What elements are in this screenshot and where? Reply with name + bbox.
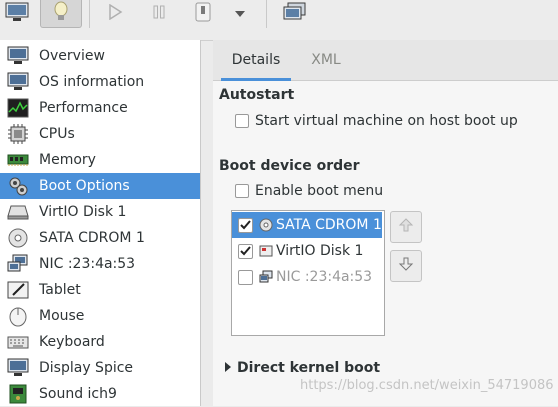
details-view-button[interactable] [40,0,82,28]
autostart-heading: Autostart [219,87,295,103]
direct-kernel-boot-label: Direct kernel boot [237,360,381,376]
console-button[interactable] [278,0,312,28]
performance-graph-icon [7,97,29,119]
sidebar-item-label: OS information [39,74,145,90]
shutdown-button[interactable] [188,0,218,28]
play-icon [107,3,123,24]
power-icon [194,2,212,26]
tab-bar: Details XML [213,40,558,81]
boot-device-checkbox[interactable] [238,243,253,259]
hardware-list: Overview OS information Performance CPUs… [0,40,201,406]
enable-boot-menu-label: Enable boot menu [255,183,384,199]
disk-icon [259,244,273,258]
pause-button[interactable] [144,0,174,28]
sidebar-item-keyboard[interactable]: Keyboard [0,329,200,355]
boot-options-panel: Details XML Autostart Start virtual mach… [213,40,558,406]
arrow-down-icon [398,256,414,276]
tablet-icon [7,279,29,301]
sidebar-item-label: Mouse [39,308,85,324]
sidebar-item-label: Keyboard [39,334,105,350]
boot-device-label: SATA CDROM 1 [276,217,382,233]
run-button[interactable] [100,0,130,28]
lightbulb-icon [52,1,70,27]
mouse-icon [7,305,29,327]
sidebar-item-boot-options[interactable]: Boot Options [0,173,200,199]
sidebar-item-label: Boot Options [39,178,130,194]
sidebar-item-label: Display Spice [39,360,134,376]
monitor-icon [7,45,29,67]
gear-icon [7,175,29,197]
memory-icon [7,149,29,171]
sidebar-item-label: SATA CDROM 1 [39,230,145,246]
sidebar-item-display-spice[interactable]: Display Spice [0,355,200,381]
enable-boot-menu-checkbox[interactable] [235,184,249,198]
sound-icon [7,383,29,405]
sidebar-item-overview[interactable]: Overview [0,43,200,69]
autostart-checkbox[interactable] [235,114,249,128]
sidebar-item-mouse[interactable]: Mouse [0,303,200,329]
sidebar-item-label: Performance [39,100,128,116]
autostart-checkbox-label: Start virtual machine on host boot up [255,113,518,129]
tab-details[interactable]: Details [221,40,291,81]
enable-boot-menu-row[interactable]: Enable boot menu [235,183,383,199]
monitor-icon [7,71,29,93]
autostart-checkbox-row[interactable]: Start virtual machine on host boot up [235,113,518,129]
sidebar-item-label: Tablet [39,282,81,298]
boot-device-nic[interactable]: NIC :23:4a:53 [232,264,382,290]
boot-device-sata-cdrom[interactable]: SATA CDROM 1 [232,212,382,238]
sidebar-item-cpus[interactable]: CPUs [0,121,200,147]
monitor-button[interactable] [0,0,34,28]
boot-device-checkbox[interactable] [238,269,253,285]
boot-device-label: NIC :23:4a:53 [276,269,373,285]
boot-device-checkbox[interactable] [238,217,253,233]
dropdown-arrow-icon [234,6,246,22]
sidebar-item-tablet[interactable]: Tablet [0,277,200,303]
disk-icon [7,201,29,223]
cpu-icon [7,123,29,145]
sidebar-item-label: VirtIO Disk 1 [39,204,127,220]
display-icon [7,357,29,379]
sidebar-item-sata-cdrom[interactable]: SATA CDROM 1 [0,225,200,251]
sidebar-item-memory[interactable]: Memory [0,147,200,173]
sidebar-item-label: CPUs [39,126,75,142]
sidebar-item-label: NIC :23:4a:53 [39,256,136,272]
sidebar-item-virtio-disk[interactable]: VirtIO Disk 1 [0,199,200,225]
sidebar-item-sound[interactable]: Sound ich9 [0,381,200,407]
move-down-button[interactable] [390,250,422,282]
sidebar-item-label: Memory [39,152,96,168]
cdrom-icon [259,218,273,232]
toolbar [0,0,558,41]
sidebar-item-os-information[interactable]: OS information [0,69,200,95]
keyboard-icon [7,331,29,353]
network-icon [7,253,29,275]
direct-kernel-boot-expander[interactable]: Direct kernel boot [225,360,380,376]
cdrom-icon [7,227,29,249]
pause-icon [151,4,167,24]
boot-order-heading: Boot device order [219,158,360,174]
console-icon [283,2,307,26]
arrow-up-icon [398,217,414,237]
boot-device-virtio-disk[interactable]: VirtIO Disk 1 [232,238,382,264]
boot-device-list[interactable]: SATA CDROM 1 VirtIO Disk 1 NIC :23:4a:53 [231,210,385,336]
move-up-button[interactable] [390,211,422,243]
network-icon [259,270,273,284]
boot-device-label: VirtIO Disk 1 [276,243,364,259]
sidebar-item-nic[interactable]: NIC :23:4a:53 [0,251,200,277]
shutdown-menu-button[interactable] [228,0,252,28]
tab-xml[interactable]: XML [303,40,349,78]
sidebar-item-label: Sound ich9 [39,386,117,402]
expander-arrow-icon [225,360,231,376]
sidebar-item-performance[interactable]: Performance [0,95,200,121]
watermark: https://blog.csdn.net/weixin_54719086 [300,378,554,393]
monitor-icon [5,2,29,26]
sidebar-item-label: Overview [39,48,105,64]
